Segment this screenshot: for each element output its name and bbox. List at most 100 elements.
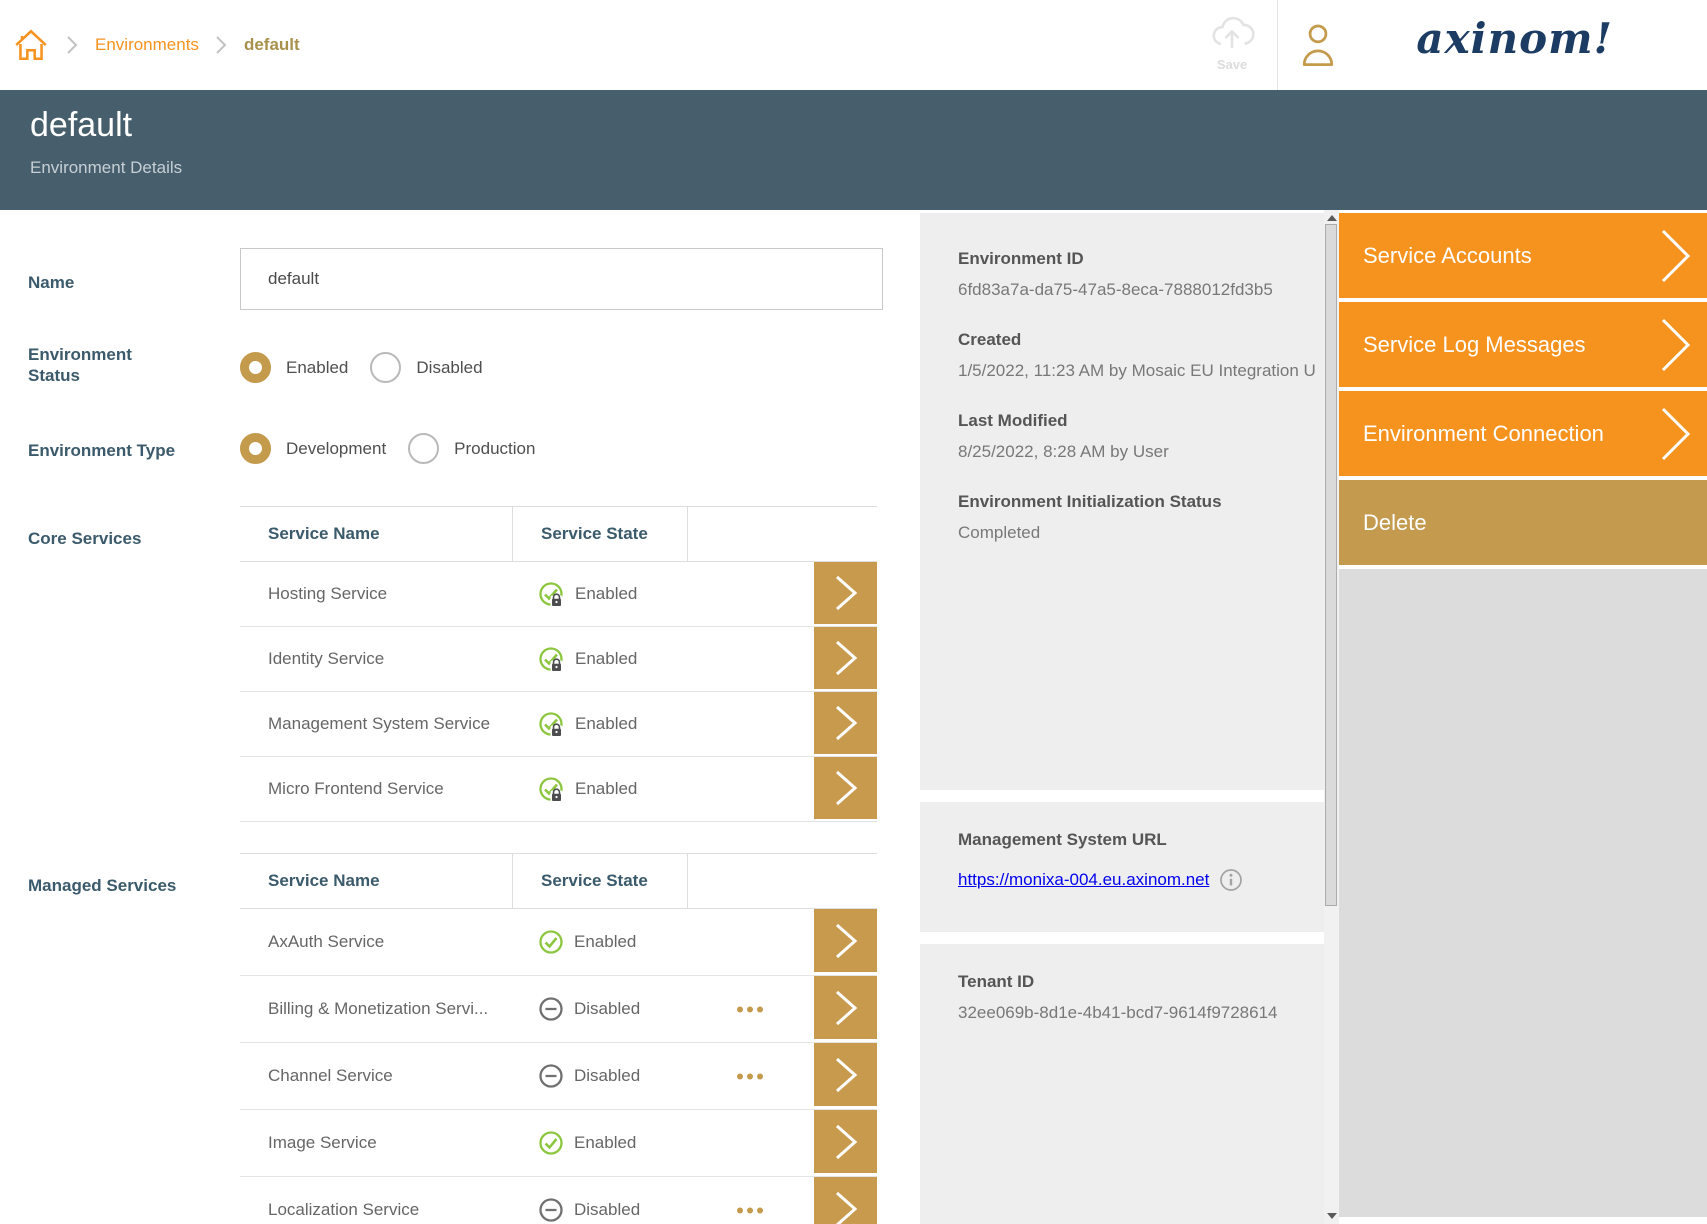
environment-connection-button[interactable]: Environment Connection bbox=[1339, 391, 1707, 476]
radio-selected-icon bbox=[240, 433, 271, 464]
scroll-down-arrow[interactable] bbox=[1327, 1213, 1337, 1219]
chevron-right-icon bbox=[215, 35, 228, 55]
cloud-upload-icon bbox=[1206, 12, 1258, 54]
open-service-button[interactable] bbox=[814, 627, 877, 689]
name-input[interactable] bbox=[240, 248, 883, 310]
service-name: Channel Service bbox=[240, 1066, 512, 1086]
service-state-cell: Disabled bbox=[512, 1063, 687, 1089]
action-panel: Service Accounts Service Log Messages En… bbox=[1339, 210, 1707, 1224]
radio-unselected-icon bbox=[408, 433, 439, 464]
chevron-right-icon bbox=[833, 1055, 859, 1095]
service-state-label: Disabled bbox=[574, 999, 640, 1019]
enabled-check-icon bbox=[538, 1130, 564, 1156]
radio-type-production[interactable]: Production bbox=[408, 433, 535, 464]
column-service-state: Service State bbox=[541, 524, 648, 544]
service-state-label: Enabled bbox=[574, 932, 636, 952]
service-state-cell: Enabled bbox=[512, 646, 687, 673]
vertical-scrollbar[interactable] bbox=[1324, 210, 1339, 1224]
scrollbar-thumb[interactable] bbox=[1325, 224, 1337, 906]
chevron-right-icon bbox=[833, 1189, 859, 1224]
tenant-id-section: Tenant ID 32ee069b-8d1e-4b41-bcd7-9614f9… bbox=[920, 944, 1324, 1224]
environment-meta-section: Environment ID 6fd83a7a-da75-47a5-8eca-7… bbox=[920, 213, 1324, 790]
radio-label: Disabled bbox=[416, 358, 482, 378]
row-menu-button[interactable] bbox=[729, 999, 771, 1020]
environment-form: Name Environment Status Enabled Disabled… bbox=[0, 210, 920, 1224]
environment-info-panel: Environment ID 6fd83a7a-da75-47a5-8eca-7… bbox=[920, 210, 1324, 1224]
scroll-up-arrow[interactable] bbox=[1327, 215, 1337, 221]
open-service-button[interactable] bbox=[814, 692, 877, 754]
service-state-cell: Enabled bbox=[512, 711, 687, 738]
radio-unselected-icon bbox=[370, 352, 401, 383]
service-accounts-button[interactable]: Service Accounts bbox=[1339, 213, 1707, 298]
enabled-check-icon bbox=[538, 929, 564, 955]
service-name: Micro Frontend Service bbox=[240, 779, 512, 799]
page-subtitle: Environment Details bbox=[30, 158, 1707, 178]
service-state-label: Enabled bbox=[575, 779, 637, 799]
user-menu-button[interactable] bbox=[1300, 22, 1336, 73]
service-row: Localization Service Disabled bbox=[240, 1177, 877, 1224]
column-service-name: Service Name bbox=[240, 871, 512, 891]
service-state-label: Disabled bbox=[574, 1200, 640, 1220]
managed-services-rows: AxAuth Service Enabled Billing & Monetiz… bbox=[240, 909, 877, 1224]
breadcrumb-current: default bbox=[244, 35, 300, 55]
page-header: default Environment Details bbox=[0, 90, 1707, 210]
management-system-url-link[interactable]: https://monixa-004.eu.axinom.net bbox=[958, 870, 1209, 890]
home-icon[interactable] bbox=[12, 26, 50, 64]
service-name: Hosting Service bbox=[240, 584, 512, 604]
service-row: Image Service Enabled bbox=[240, 1110, 877, 1177]
service-row: Micro Frontend Service Enabled bbox=[240, 757, 877, 822]
disabled-minus-icon bbox=[538, 1063, 564, 1089]
environment-id-label: Environment ID bbox=[958, 249, 1304, 269]
open-service-button[interactable] bbox=[814, 1043, 877, 1106]
column-service-name: Service Name bbox=[240, 524, 512, 544]
action-button-label: Service Accounts bbox=[1363, 243, 1532, 269]
chevron-right-icon bbox=[1659, 316, 1693, 374]
enabled-locked-icon bbox=[538, 711, 565, 738]
radio-status-disabled[interactable]: Disabled bbox=[370, 352, 482, 383]
open-service-button[interactable] bbox=[814, 976, 877, 1039]
open-service-button[interactable] bbox=[814, 757, 877, 819]
name-label: Name bbox=[28, 272, 178, 293]
service-name: Management System Service bbox=[240, 714, 512, 734]
row-menu-button[interactable] bbox=[729, 1066, 771, 1087]
created-value: 1/5/2022, 11:23 AM by Mosaic EU Integrat… bbox=[958, 361, 1304, 381]
chevron-right-icon bbox=[833, 768, 859, 808]
table-header: Service Name Service State bbox=[240, 506, 877, 562]
info-icon[interactable] bbox=[1219, 868, 1243, 892]
radio-status-enabled[interactable]: Enabled bbox=[240, 352, 348, 383]
service-state-label: Disabled bbox=[574, 1066, 640, 1086]
user-icon bbox=[1300, 22, 1336, 68]
column-actions bbox=[687, 507, 877, 561]
radio-selected-icon bbox=[240, 352, 271, 383]
last-modified-label: Last Modified bbox=[958, 411, 1304, 431]
action-button-label: Delete bbox=[1363, 510, 1427, 536]
service-state-cell: Disabled bbox=[512, 996, 687, 1022]
open-service-button[interactable] bbox=[814, 562, 877, 624]
breadcrumb-environments[interactable]: Environments bbox=[95, 35, 199, 55]
disabled-minus-icon bbox=[538, 996, 564, 1022]
delete-button[interactable]: Delete bbox=[1339, 480, 1707, 565]
disabled-minus-icon bbox=[538, 1197, 564, 1223]
service-state-label: Enabled bbox=[575, 584, 637, 604]
row-menu-button[interactable] bbox=[729, 1200, 771, 1221]
open-service-button[interactable] bbox=[814, 1110, 877, 1173]
service-row: Hosting Service Enabled bbox=[240, 562, 877, 627]
enabled-locked-icon bbox=[538, 776, 565, 803]
service-name: AxAuth Service bbox=[240, 932, 512, 952]
environment-type-radio-group: Development Production bbox=[240, 433, 535, 464]
breadcrumb: Environments default bbox=[12, 0, 300, 90]
action-panel-background bbox=[1339, 569, 1707, 1217]
service-name: Localization Service bbox=[240, 1200, 512, 1220]
save-button[interactable]: Save bbox=[1203, 12, 1261, 72]
environment-type-label: Environment Type bbox=[28, 440, 178, 461]
service-state-label: Enabled bbox=[575, 714, 637, 734]
radio-type-development[interactable]: Development bbox=[240, 433, 386, 464]
service-log-messages-button[interactable]: Service Log Messages bbox=[1339, 302, 1707, 387]
topbar-divider bbox=[1277, 0, 1278, 90]
service-state-cell: Enabled bbox=[512, 1130, 687, 1156]
managed-services-table: Service Name Service State AxAuth Servic… bbox=[240, 853, 877, 1224]
radio-label: Production bbox=[454, 439, 535, 459]
open-service-button[interactable] bbox=[814, 909, 877, 972]
action-button-label: Environment Connection bbox=[1363, 421, 1604, 447]
open-service-button[interactable] bbox=[814, 1177, 877, 1224]
